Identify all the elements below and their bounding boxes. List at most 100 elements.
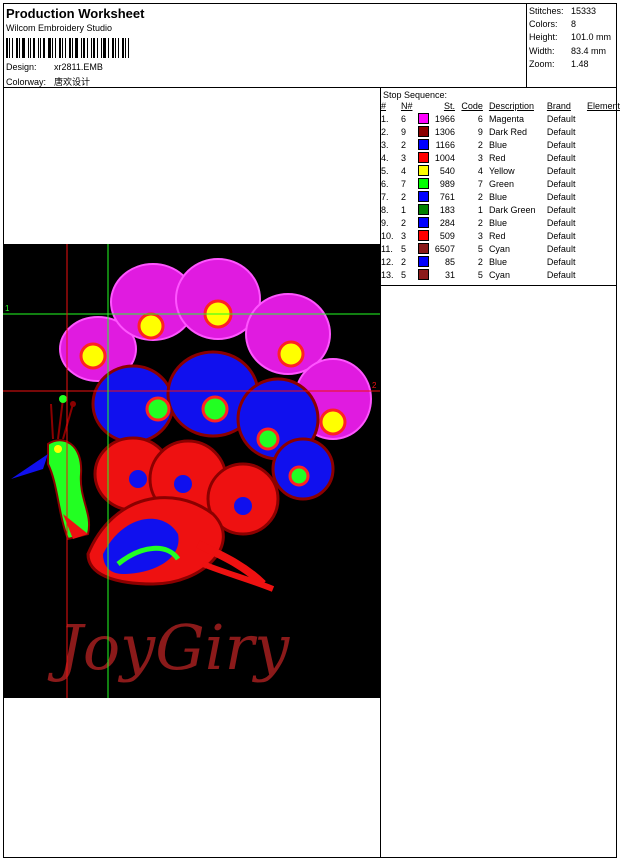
col-header-code: Code (461, 101, 483, 111)
stat-value: 15333 (571, 6, 597, 16)
row-needle: 9 (400, 126, 406, 137)
row-stitches: 85 (444, 256, 455, 267)
col-header-index: # (381, 101, 387, 111)
row-code: 3 (477, 230, 483, 241)
row-stitches: 761 (439, 191, 455, 202)
row-description: Blue (488, 191, 507, 202)
peacock-embroidery-image: JoyGiry 1 2 (3, 244, 380, 698)
row-stitches: 1306 (434, 126, 455, 137)
row-description: Blue (488, 139, 507, 150)
table-row: 5. 4 540 4 Yellow Default (381, 164, 620, 177)
row-brand: Default (546, 256, 576, 267)
row-brand: Default (546, 204, 576, 215)
row-stitches: 1966 (434, 113, 455, 124)
stat-row: Colors: 8 (529, 18, 611, 31)
row-code: 2 (477, 191, 483, 202)
row-description: Red (488, 152, 506, 163)
color-swatch-box (417, 230, 429, 242)
col-header-description: Description (488, 101, 534, 111)
row-index: 7. (381, 191, 389, 202)
row-brand: Default (546, 165, 576, 176)
row-description: Magenta (488, 113, 524, 124)
row-element (587, 203, 620, 216)
row-code: 6 (477, 113, 483, 124)
stat-label: Stitches: (529, 6, 564, 16)
header-divider (3, 87, 617, 88)
row-index: 3. (381, 139, 389, 150)
row-index: 2. (381, 126, 389, 137)
page-title: Production Worksheet (6, 6, 145, 21)
col-header-stitches: St. (443, 101, 455, 111)
barcode-image (6, 38, 132, 58)
stat-row: Stitches: 15333 (529, 5, 611, 18)
stat-value: 101.0 mm (571, 32, 612, 43)
row-needle: 4 (400, 165, 406, 176)
row-description: Blue (488, 217, 507, 228)
color-swatch-box (417, 178, 429, 190)
col-header-n: N# (400, 101, 413, 111)
row-stitches: 509 (439, 230, 455, 241)
stat-label: Height: (529, 32, 558, 43)
table-row: 12. 2 85 2 Blue Default (381, 255, 620, 268)
row-description: Cyan (488, 269, 510, 280)
table-row: 7. 2 761 2 Blue Default (381, 190, 620, 203)
row-description: Red (488, 230, 506, 241)
row-description: Yellow (488, 165, 515, 176)
row-element (587, 138, 620, 151)
color-swatch (415, 216, 429, 229)
row-needle: 6 (400, 113, 406, 124)
table-row: 6. 7 989 7 Green Default (381, 177, 620, 190)
row-brand: Default (546, 178, 576, 189)
row-index: 9. (381, 217, 389, 228)
row-stitches: 540 (439, 165, 455, 176)
row-description: Cyan (488, 243, 510, 254)
row-description: Dark Red (488, 126, 527, 137)
color-swatch-box (417, 204, 429, 216)
color-swatch-box (417, 139, 429, 151)
stat-row: Zoom: 1.48 (529, 58, 611, 71)
row-stitches: 183 (439, 204, 455, 215)
row-element (587, 190, 620, 203)
color-swatch (415, 255, 429, 268)
embroidery-preview: JoyGiry 1 2 (3, 244, 380, 698)
color-swatch (415, 242, 429, 255)
color-swatch (415, 268, 429, 281)
stats-divider (526, 3, 527, 87)
stat-row: Height: 101.0 mm (529, 31, 611, 44)
color-swatch-box (417, 113, 429, 125)
row-brand: Default (546, 217, 576, 228)
row-brand: Default (546, 243, 576, 254)
row-brand: Default (546, 139, 576, 150)
row-element (587, 229, 620, 242)
row-code: 2 (477, 217, 483, 228)
row-stitches: 6507 (434, 243, 455, 254)
color-swatch (415, 164, 429, 177)
row-code: 5 (477, 269, 483, 280)
row-needle: 1 (400, 204, 406, 215)
design-script-text: JoyGiry (47, 611, 290, 684)
row-brand: Default (546, 113, 576, 124)
color-swatch-box (417, 243, 429, 255)
color-swatch (415, 112, 429, 125)
row-element (587, 125, 620, 138)
table-row: 1. 6 1966 6 Magenta Default (381, 112, 620, 125)
row-code: 2 (477, 256, 483, 267)
design-stats: Stitches: 15333 Colors: 8 Height: 101.0 mm Wid… (529, 5, 611, 71)
row-code: 5 (477, 243, 483, 254)
row-code: 4 (477, 165, 483, 176)
stat-row: Width: 83.4 mm (529, 45, 611, 58)
row-element (587, 151, 620, 164)
row-index: 8. (381, 204, 389, 215)
table-row: 11. 5 6507 5 Cyan Default (381, 242, 620, 255)
col-header-element: Element (586, 101, 620, 111)
guide-label-1: 1 (5, 304, 10, 313)
row-element (587, 242, 620, 255)
color-swatch (415, 125, 429, 138)
row-stitches: 1004 (434, 152, 455, 163)
row-stitches: 31 (444, 269, 455, 280)
color-swatch-box (417, 256, 429, 268)
row-needle: 2 (400, 139, 406, 150)
color-swatch (415, 190, 429, 203)
row-index: 12. (381, 256, 394, 267)
row-description: Dark Green (488, 204, 536, 215)
